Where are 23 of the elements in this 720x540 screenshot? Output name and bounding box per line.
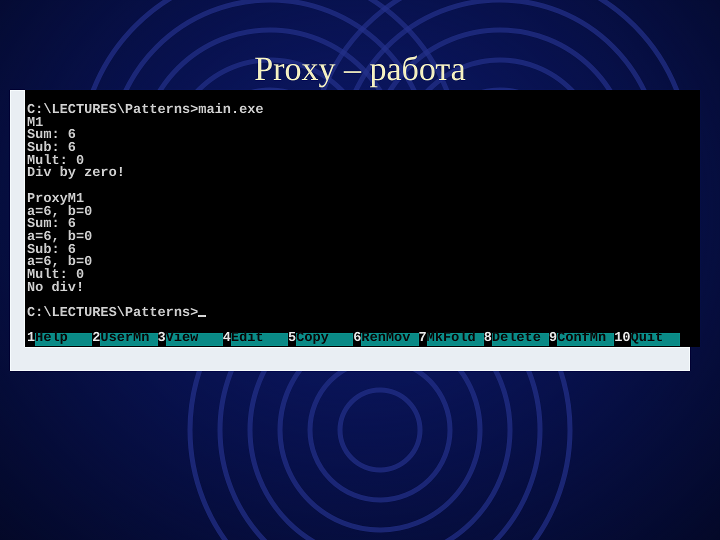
console-line: C:\LECTURES\Patterns>main.exe (27, 103, 264, 118)
slide-title: Proxy – работа (253, 50, 467, 90)
function-key-button[interactable]: RenMov (361, 333, 418, 346)
function-key-number: 4 (222, 333, 231, 346)
function-key-button[interactable]: UserMn (100, 333, 158, 346)
console-line: No div! (27, 280, 84, 296)
function-key-button[interactable]: MkFold (426, 333, 484, 346)
function-key-button[interactable]: Quit (630, 333, 680, 346)
function-key-number: 9 (549, 333, 558, 346)
function-key-button[interactable]: Help (35, 333, 92, 346)
function-key-button[interactable]: ConfMn (557, 333, 614, 346)
function-key-number: 1 (27, 333, 36, 346)
function-key-number: 6 (353, 333, 362, 346)
function-key-number: 10 (614, 333, 631, 346)
function-key-number: 2 (92, 333, 100, 346)
function-key-number: 5 (288, 333, 296, 346)
function-key-button[interactable]: Edit (230, 333, 288, 346)
console-line: C:\LECTURES\Patterns> (27, 306, 198, 321)
function-key-number: 8 (484, 333, 492, 346)
function-key-button[interactable]: Delete (492, 333, 549, 346)
function-key-number: 3 (158, 333, 166, 346)
function-key-button[interactable]: Copy (296, 333, 354, 346)
function-key-number: 7 (418, 333, 427, 346)
